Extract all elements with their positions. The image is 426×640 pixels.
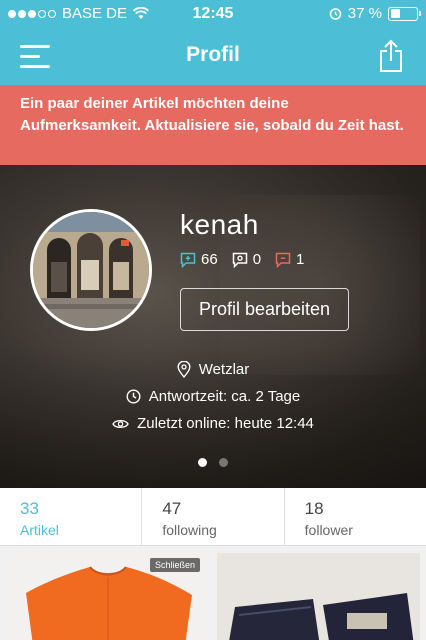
alarm-icon xyxy=(329,8,342,20)
rating-stats: 66 0 1 xyxy=(180,251,304,268)
item-card[interactable]: Schließen xyxy=(6,553,209,640)
item-grid: Schließen xyxy=(0,546,426,640)
tab-artikel[interactable]: 33 Artikel xyxy=(0,488,143,545)
attention-banner[interactable]: Ein paar deiner Artikel möchten deine Au… xyxy=(0,85,426,165)
positive-ratings[interactable]: 66 xyxy=(180,251,218,268)
tab-label: Artikel xyxy=(20,522,59,538)
last-online-row: Zuletzt online: heute 12:44 xyxy=(0,415,426,432)
page-title: Profil xyxy=(186,43,240,66)
positive-rating-icon xyxy=(180,252,196,268)
nav-bar: Profil xyxy=(0,28,426,85)
item-card[interactable] xyxy=(217,553,420,640)
positive-count: 66 xyxy=(201,251,218,268)
response-time-row: Antwortzeit: ca. 2 Tage xyxy=(0,388,426,405)
status-bar: BASE DE 12:45 37 % xyxy=(0,0,426,28)
tab-count: 18 xyxy=(304,499,324,518)
battery-percent: 37 % xyxy=(347,5,382,22)
tab-count: 33 xyxy=(20,499,39,518)
response-time-text: Antwortzeit: ca. 2 Tage xyxy=(148,388,301,405)
negative-rating-icon xyxy=(275,252,291,268)
tab-label: following xyxy=(162,522,217,538)
last-online-text: Zuletzt online: heute 12:44 xyxy=(137,415,314,432)
eye-icon xyxy=(112,419,129,428)
tab-label: follower xyxy=(304,522,353,538)
avatar[interactable] xyxy=(30,209,152,331)
storefront-image xyxy=(33,212,149,328)
battery-icon xyxy=(388,6,421,21)
neutral-count: 0 xyxy=(252,251,262,268)
share-icon[interactable] xyxy=(378,39,404,73)
neutral-rating-icon xyxy=(232,252,247,268)
location-text: Wetzlar xyxy=(198,361,250,378)
negative-ratings[interactable]: 1 xyxy=(275,251,304,268)
page-dot xyxy=(219,458,228,467)
profile-header: kenah 66 0 1 Profil bearbeiten Wetzlar A… xyxy=(0,165,426,488)
page-dot-active xyxy=(198,458,207,467)
username: kenah xyxy=(180,209,259,240)
attention-banner-text: Ein paar deiner Artikel möchten deine Au… xyxy=(20,95,404,134)
negative-count: 1 xyxy=(296,251,305,268)
page-indicator[interactable] xyxy=(0,458,426,467)
jeans-image xyxy=(217,553,420,640)
location-pin-icon xyxy=(177,361,191,378)
profile-tabs: 33 Artikel 47 following 18 follower xyxy=(0,488,426,546)
neutral-ratings[interactable]: 0 xyxy=(232,251,261,268)
clock-icon xyxy=(126,389,141,404)
tab-follower[interactable]: 18 follower xyxy=(285,488,426,545)
edit-profile-button[interactable]: Profil bearbeiten xyxy=(180,288,349,331)
location-row: Wetzlar xyxy=(0,361,426,378)
tab-count: 47 xyxy=(162,499,182,518)
close-chip[interactable]: Schließen xyxy=(149,558,200,572)
battery-info: 37 % xyxy=(329,5,421,22)
tab-following[interactable]: 47 following xyxy=(142,488,285,545)
